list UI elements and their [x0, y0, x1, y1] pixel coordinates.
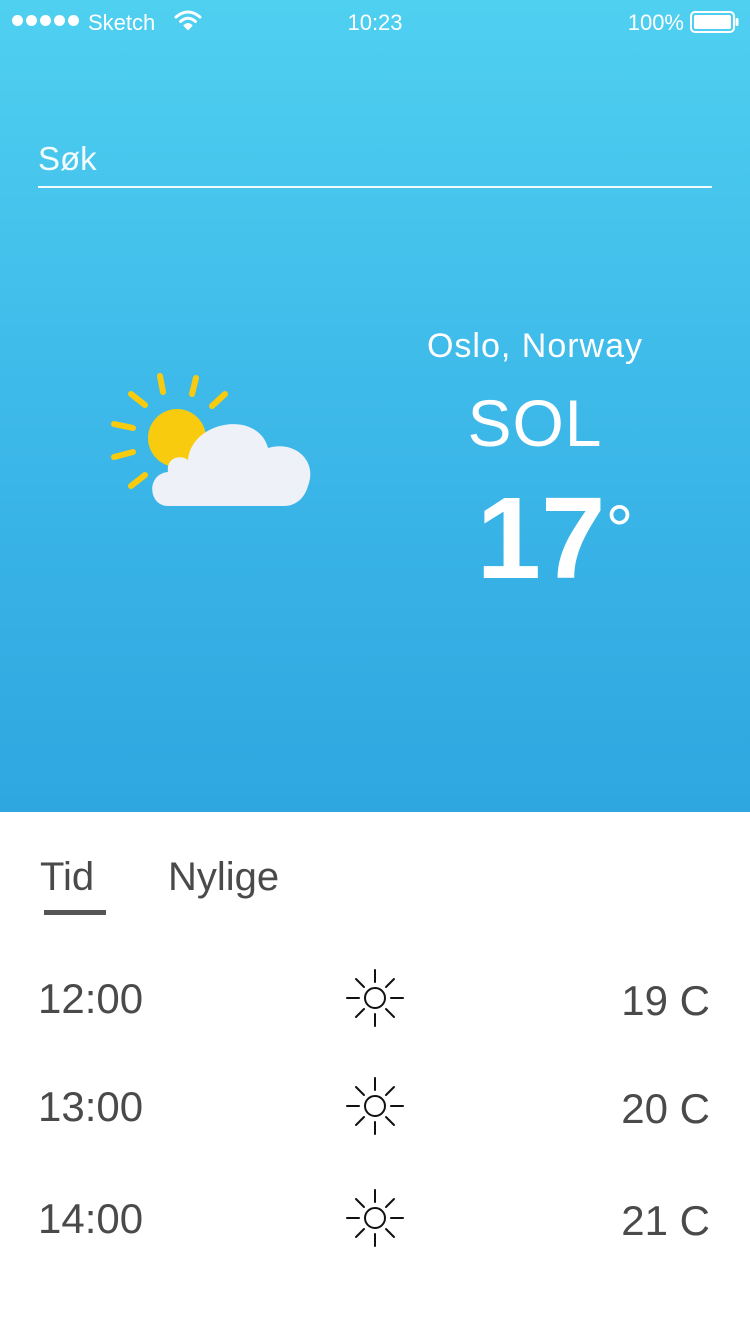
forecast-temperature: 19 C: [621, 977, 710, 1024]
active-tab-indicator: [44, 910, 106, 915]
current-temperature: 17°: [440, 478, 670, 598]
search-field[interactable]: [38, 136, 712, 188]
degree-symbol: °: [605, 491, 634, 569]
weather-condition: SOL: [467, 386, 603, 460]
status-bar: Sketch 10:23 100%: [0, 0, 750, 44]
forecast-temperature: 21 C: [621, 1197, 710, 1244]
location-name: Oslo, Norway: [426, 327, 644, 365]
forecast-time: 13:00: [38, 1083, 144, 1130]
search-input[interactable]: [38, 136, 712, 182]
battery-percentage: 100%: [627, 10, 684, 35]
sun-icon: [346, 969, 404, 1027]
partly-cloudy-icon: [111, 373, 311, 506]
battery-icon: [690, 11, 739, 33]
forecast-row: 12:00 19 C: [0, 957, 750, 1047]
sun-icon: [346, 1077, 404, 1135]
forecast-row: 14:00 21 C: [0, 1177, 750, 1267]
forecast-row: 13:00 20 C: [0, 1065, 750, 1155]
temperature-value: 17: [476, 473, 606, 603]
weather-hero: Sketch 10:23 100% Oslo, Norway SOL: [0, 0, 750, 812]
forecast-time: 12:00: [38, 975, 144, 1022]
forecast-time: 14:00: [38, 1195, 144, 1242]
sun-icon: [346, 1189, 404, 1247]
tab-nylige[interactable]: Nylige: [168, 855, 279, 900]
forecast-temperature: 20 C: [621, 1085, 710, 1132]
tab-tid[interactable]: Tid: [40, 855, 94, 900]
